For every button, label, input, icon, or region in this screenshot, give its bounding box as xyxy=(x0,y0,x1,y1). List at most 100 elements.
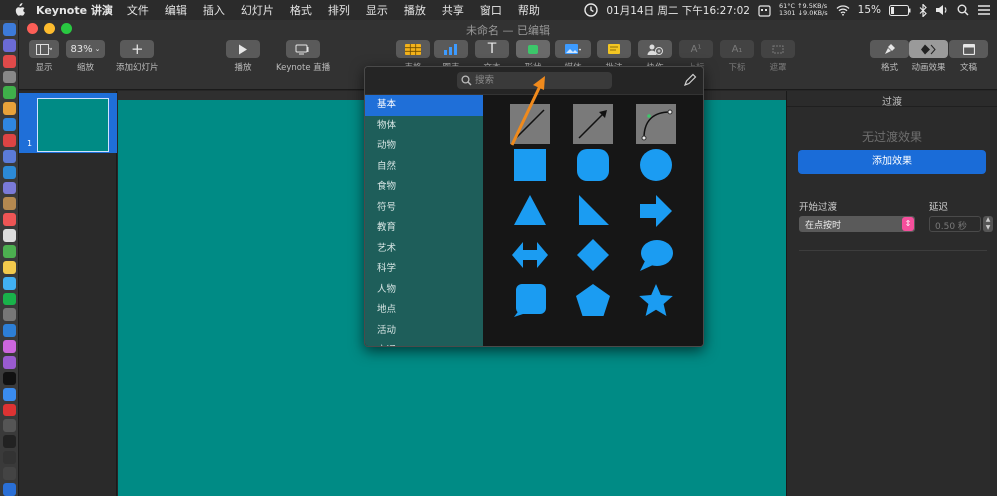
app-icon[interactable] xyxy=(2,482,16,496)
app-icon[interactable] xyxy=(2,229,16,243)
chrome-icon[interactable] xyxy=(2,102,16,116)
zoom-select[interactable]: 83% ⌄ xyxy=(66,40,105,58)
app-icon[interactable] xyxy=(2,419,16,433)
curve-shape[interactable] xyxy=(636,104,676,144)
app-icon[interactable] xyxy=(2,197,16,211)
category-objects[interactable]: 物体 xyxy=(365,116,483,137)
rounded-square-shape[interactable] xyxy=(573,145,613,185)
wifi-icon[interactable] xyxy=(836,4,850,16)
battery-icon[interactable] xyxy=(889,4,911,16)
table-button[interactable] xyxy=(396,40,430,58)
callout-square-shape[interactable] xyxy=(510,281,550,321)
format-tool[interactable]: 格式 xyxy=(870,40,909,73)
app-icon[interactable] xyxy=(2,86,16,100)
tv-icon[interactable] xyxy=(2,371,16,385)
add-slide-tool[interactable]: + 添加幻灯片 xyxy=(116,40,159,73)
play-button[interactable] xyxy=(226,40,260,58)
calendar-app-icon[interactable] xyxy=(2,213,16,227)
add-effect-button[interactable]: 添加效果 xyxy=(798,150,986,174)
keynote-live-tool[interactable]: Keynote 直播 xyxy=(276,40,330,73)
activity-monitor-icon[interactable] xyxy=(2,451,16,465)
menu-edit[interactable]: 编辑 xyxy=(165,2,187,18)
menu-play[interactable]: 播放 xyxy=(404,2,426,18)
menu-help[interactable]: 帮助 xyxy=(518,2,540,18)
photos-icon[interactable] xyxy=(2,260,16,274)
chart-button[interactable] xyxy=(434,40,468,58)
pen-tool-icon[interactable] xyxy=(683,73,697,87)
delay-input[interactable]: 0.50 秒 xyxy=(929,216,981,232)
app-icon[interactable] xyxy=(2,149,16,163)
volume-icon[interactable] xyxy=(935,4,949,16)
finder-icon[interactable] xyxy=(2,23,16,36)
app-icon[interactable] xyxy=(2,70,16,84)
slide-thumbnail-selected[interactable]: 1 xyxy=(19,93,117,153)
zoom-tool[interactable]: 83% ⌄ 缩放 xyxy=(66,40,105,73)
category-basic[interactable]: 基本 xyxy=(365,95,483,116)
triangle-shape[interactable] xyxy=(510,191,550,231)
calendar-icon[interactable] xyxy=(758,4,771,17)
app-icon[interactable] xyxy=(2,118,16,132)
line-shape[interactable] xyxy=(510,104,550,144)
category-nature[interactable]: 自然 xyxy=(365,157,483,178)
animate-tool[interactable]: 动画效果 xyxy=(909,40,948,73)
shape-button[interactable] xyxy=(516,40,550,58)
double-arrow-shape[interactable] xyxy=(510,235,550,275)
category-transportation[interactable]: 交通 xyxy=(365,341,483,346)
category-animals[interactable]: 动物 xyxy=(365,136,483,157)
view-tool[interactable]: 显示 xyxy=(29,40,59,73)
menu-share[interactable]: 共享 xyxy=(442,2,464,18)
mask-tool[interactable]: 遮罩 xyxy=(761,40,795,73)
start-transition-select[interactable]: 在点按时 ⇕ xyxy=(799,216,915,232)
right-triangle-shape[interactable] xyxy=(573,191,613,231)
app-icon[interactable] xyxy=(2,308,16,322)
app-icon[interactable] xyxy=(2,134,16,147)
subscript-tool[interactable]: A₁ 下标 xyxy=(720,40,754,73)
category-art[interactable]: 艺术 xyxy=(365,239,483,260)
document-tool[interactable]: 文稿 xyxy=(949,40,988,73)
arrow-shape[interactable] xyxy=(636,191,676,231)
category-science[interactable]: 科学 xyxy=(365,259,483,280)
app-icon[interactable] xyxy=(2,54,16,68)
app-store-icon[interactable] xyxy=(2,387,16,401)
delay-stepper[interactable]: ▲ ▼ xyxy=(983,216,993,232)
app-icon[interactable] xyxy=(2,276,16,290)
app-icon[interactable] xyxy=(2,245,16,258)
clock-icon[interactable] xyxy=(584,3,599,17)
menubar-datetime[interactable]: 01月14日 周二 下午16:27:02 xyxy=(606,3,750,18)
wechat-icon[interactable] xyxy=(2,292,16,306)
subscript-button[interactable]: A₁ xyxy=(720,40,754,58)
category-food[interactable]: 食物 xyxy=(365,177,483,198)
menu-slide[interactable]: 幻灯片 xyxy=(241,2,274,18)
square-shape[interactable] xyxy=(510,145,550,185)
menu-view[interactable]: 显示 xyxy=(366,2,388,18)
pentagon-shape[interactable] xyxy=(573,281,613,321)
slide-thumbnail[interactable] xyxy=(37,98,109,152)
terminal-icon[interactable] xyxy=(2,435,16,449)
menu-list-icon[interactable] xyxy=(977,4,991,16)
diamond-shape[interactable] xyxy=(573,235,613,275)
text-button[interactable]: T xyxy=(475,40,509,58)
arrow-line-shape[interactable] xyxy=(573,104,613,144)
keynote-live-button[interactable] xyxy=(286,40,321,58)
menu-format[interactable]: 格式 xyxy=(290,2,312,18)
app-icon[interactable] xyxy=(2,181,16,195)
collaborate-button[interactable] xyxy=(638,40,672,58)
safari-icon[interactable] xyxy=(2,165,16,179)
media-button[interactable] xyxy=(555,40,591,58)
menu-arrange[interactable]: 排列 xyxy=(328,2,350,18)
app-menu[interactable]: Keynote 讲演 xyxy=(36,2,113,18)
shape-search-input[interactable]: 搜索 xyxy=(457,72,612,89)
comment-button[interactable] xyxy=(597,40,631,58)
superscript-button[interactable]: A¹ xyxy=(679,40,713,58)
document-button[interactable] xyxy=(949,40,988,58)
menu-insert[interactable]: 插入 xyxy=(203,2,225,18)
bluetooth-icon[interactable] xyxy=(919,3,927,17)
system-monitor[interactable]: 61°C ↑9.5KB/s 1301 ↓9.0KB/s xyxy=(779,3,828,17)
format-button[interactable] xyxy=(870,40,909,58)
category-places[interactable]: 地点 xyxy=(365,300,483,321)
battery-percent[interactable]: 15% xyxy=(858,4,881,16)
category-people[interactable]: 人物 xyxy=(365,280,483,301)
add-slide-button[interactable]: + xyxy=(120,40,155,58)
mask-button[interactable] xyxy=(761,40,795,58)
star-shape[interactable] xyxy=(636,281,676,321)
